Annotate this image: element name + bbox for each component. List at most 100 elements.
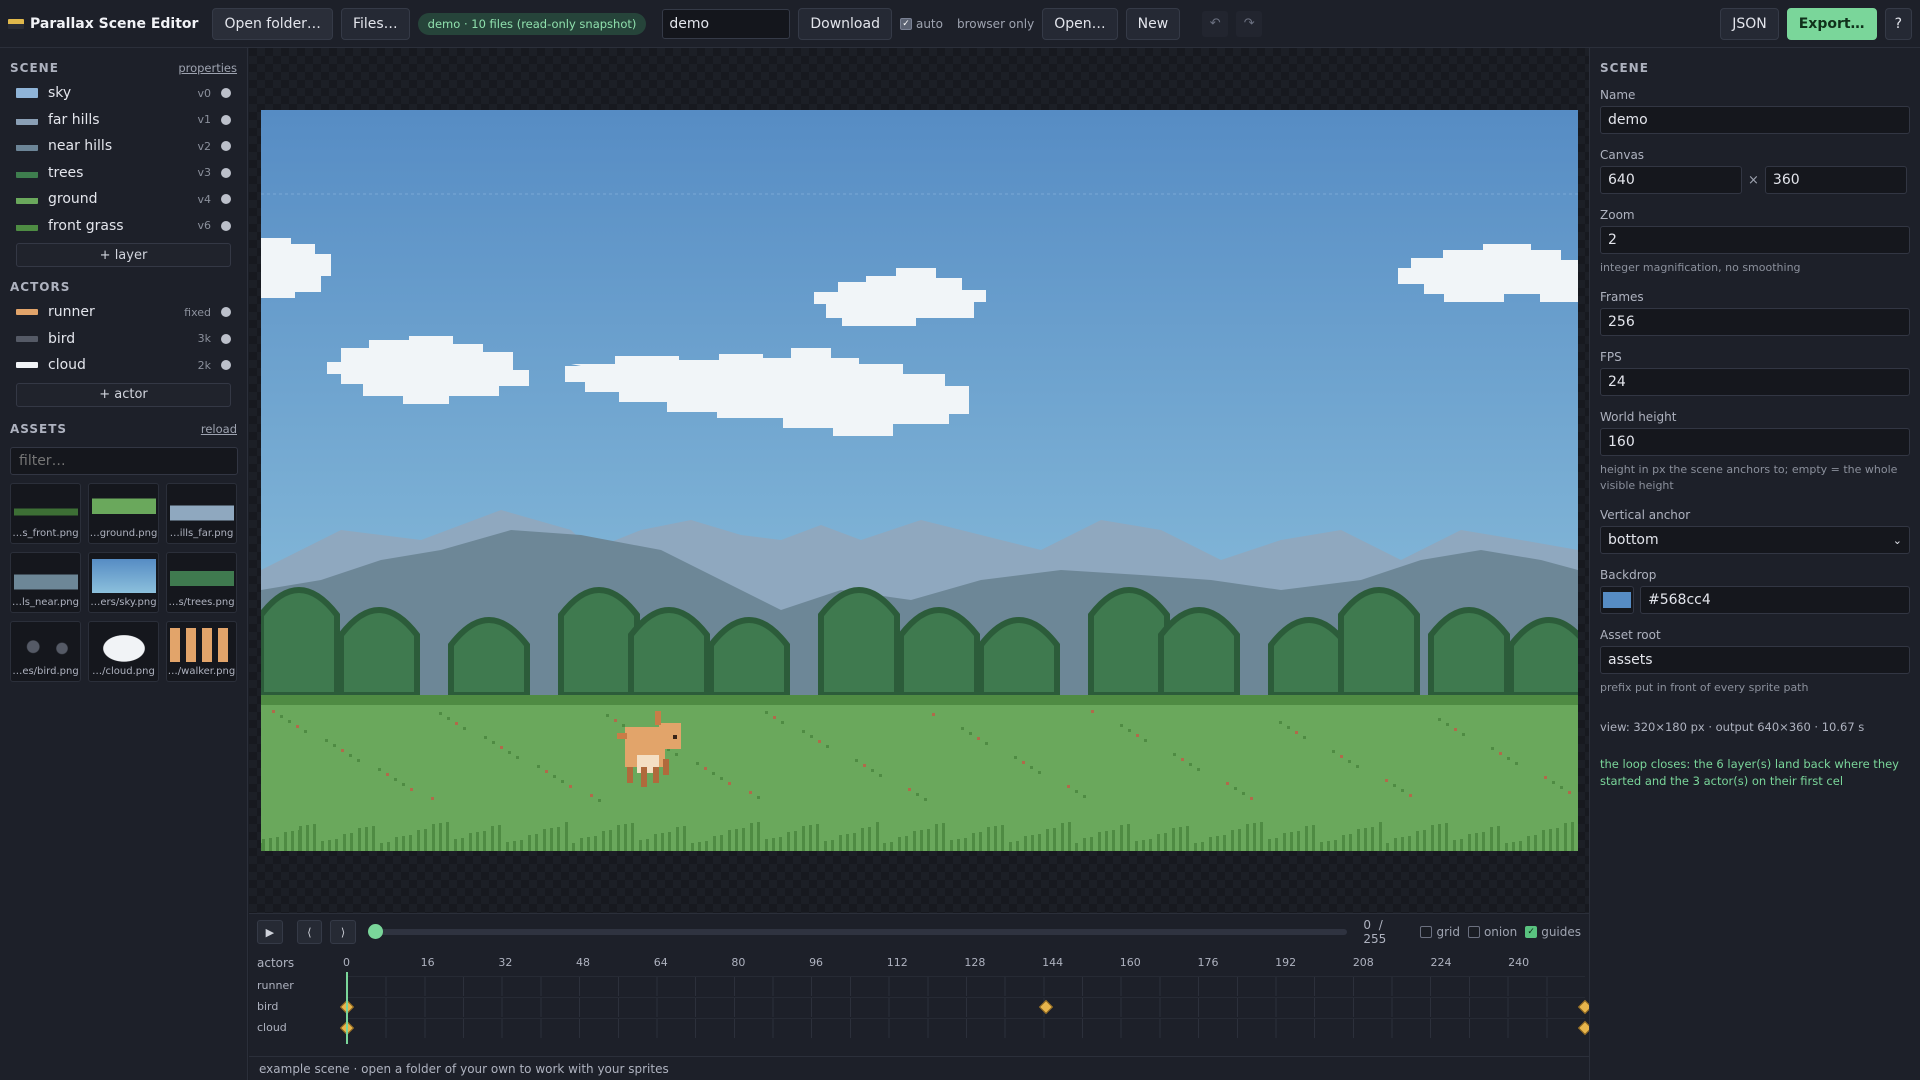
add-layer-button[interactable]: + layer bbox=[16, 243, 231, 267]
timeline-grid[interactable]: actors 0 16 32 48 64 80 96 112 128 144 160 176 192 20… bbox=[249, 950, 1593, 1057]
asset-root-label: Asset root bbox=[1600, 628, 1661, 642]
auto-checkbox[interactable]: ✓ bbox=[899, 17, 912, 30]
world-height-field[interactable]: 160 bbox=[1600, 428, 1910, 456]
frames-field[interactable]: 256 bbox=[1600, 308, 1910, 336]
name-field[interactable]: demo bbox=[1600, 106, 1910, 134]
layer-item[interactable]: sky v0 bbox=[10, 80, 237, 107]
reload-link[interactable]: reload bbox=[201, 422, 237, 436]
visibility-dot-icon[interactable] bbox=[221, 360, 231, 371]
layer-item[interactable]: front grass v6 bbox=[10, 213, 237, 240]
grass-speck bbox=[590, 794, 593, 797]
asset-card[interactable]: …ground.png bbox=[88, 482, 159, 544]
play-icon[interactable]: ▶ bbox=[257, 920, 283, 944]
grass-speck bbox=[304, 730, 307, 733]
visibility-dot-icon[interactable] bbox=[221, 141, 231, 152]
chevron-down-icon: ⌄ bbox=[1892, 533, 1902, 547]
asset-card[interactable]: …s_front.png bbox=[10, 482, 81, 544]
next-frame-icon[interactable]: ⟩ bbox=[330, 920, 356, 944]
zoom-field[interactable]: 2 bbox=[1600, 226, 1910, 254]
files-button[interactable]: Files… bbox=[340, 7, 410, 40]
add-actor-button[interactable]: + actor bbox=[16, 382, 231, 407]
grass-speck bbox=[916, 793, 919, 796]
auto-toggle[interactable]: ✓ auto bbox=[899, 17, 943, 31]
viewport[interactable] bbox=[249, 48, 1589, 913]
timeline-tick-label: 176 bbox=[1197, 956, 1219, 969]
redo-icon[interactable]: ↷ bbox=[1236, 10, 1263, 37]
playhead[interactable] bbox=[346, 972, 348, 1044]
visibility-dot-icon[interactable] bbox=[221, 333, 231, 344]
grid-toggle[interactable]: grid bbox=[1420, 925, 1460, 939]
grass-speck bbox=[1075, 790, 1078, 793]
actor-item[interactable]: cloud 2k bbox=[10, 352, 237, 379]
onion-checkbox[interactable] bbox=[1467, 926, 1480, 938]
asset-card[interactable]: …/cloud.png bbox=[88, 620, 159, 682]
asset-card[interactable]: …ers/sky.png bbox=[88, 551, 159, 613]
backdrop-swatch[interactable] bbox=[1600, 586, 1634, 614]
grass-blade bbox=[335, 839, 338, 851]
track-lane[interactable] bbox=[347, 976, 1585, 996]
undo-icon[interactable]: ↶ bbox=[1202, 10, 1229, 37]
canvas-label: Canvas bbox=[1600, 148, 1645, 162]
backdrop-field[interactable]: #568cc4 bbox=[1640, 586, 1910, 614]
export-button[interactable]: Export… bbox=[1786, 7, 1877, 40]
asset-preview bbox=[91, 558, 156, 593]
actor-item[interactable]: bird 3k bbox=[10, 326, 237, 353]
grass-blade bbox=[476, 832, 479, 851]
grass-blade bbox=[853, 833, 856, 851]
vertical-anchor-label: Vertical anchor bbox=[1600, 508, 1691, 522]
open-button[interactable]: Open… bbox=[1042, 7, 1118, 40]
asset-card[interactable]: …ls_near.png bbox=[10, 551, 81, 613]
scene-name-input[interactable] bbox=[662, 8, 791, 39]
visibility-dot-icon[interactable] bbox=[221, 88, 231, 99]
vertical-anchor-select[interactable]: bottom ⌄ bbox=[1600, 526, 1910, 554]
asset-preview bbox=[13, 558, 78, 593]
new-button[interactable]: New bbox=[1125, 7, 1181, 40]
grass-speck bbox=[855, 759, 858, 762]
asset-card[interactable]: …es/bird.png bbox=[10, 620, 81, 682]
properties-link[interactable]: properties bbox=[178, 61, 237, 75]
asset-root-field[interactable]: assets bbox=[1600, 646, 1910, 674]
download-button[interactable]: Download bbox=[798, 7, 892, 40]
asset-card[interactable]: …ills_far.png bbox=[166, 482, 237, 544]
layer-item[interactable]: ground v4 bbox=[10, 186, 237, 213]
help-button[interactable]: ? bbox=[1884, 7, 1912, 40]
scrubber-handle[interactable] bbox=[367, 924, 383, 939]
tree bbox=[818, 587, 900, 698]
canvas-height-field[interactable]: 360 bbox=[1764, 166, 1907, 194]
actor-item[interactable]: runner fixed bbox=[10, 299, 237, 326]
grass-blade bbox=[927, 829, 930, 851]
layer-name: ground bbox=[48, 191, 98, 208]
grass-speck bbox=[757, 796, 760, 799]
grass-blade bbox=[1519, 841, 1522, 851]
tree bbox=[628, 607, 710, 698]
prev-frame-icon[interactable]: ⟨ bbox=[296, 920, 323, 944]
layer-item[interactable]: near hills v2 bbox=[10, 133, 237, 160]
guides-toggle[interactable]: ✓ guides bbox=[1525, 925, 1581, 939]
fps-field[interactable]: 24 bbox=[1600, 368, 1910, 396]
grass-speck bbox=[675, 753, 678, 756]
visibility-dot-icon[interactable] bbox=[221, 194, 231, 205]
visibility-dot-icon[interactable] bbox=[221, 307, 231, 318]
scene-canvas[interactable] bbox=[261, 110, 1578, 851]
actor-thumb-icon bbox=[16, 362, 38, 369]
canvas-width-field[interactable]: 640 bbox=[1600, 166, 1742, 194]
asset-card[interactable]: …s/trees.png bbox=[166, 551, 237, 613]
open-folder-button[interactable]: Open folder… bbox=[212, 7, 333, 40]
track-lane[interactable] bbox=[347, 997, 1585, 1017]
visibility-dot-icon[interactable] bbox=[221, 114, 231, 125]
asset-card[interactable]: …/walker.png bbox=[166, 620, 237, 682]
timeline-tick-label: 208 bbox=[1352, 956, 1374, 969]
grid-checkbox[interactable] bbox=[1420, 926, 1433, 938]
frame-scrubber[interactable] bbox=[367, 924, 1348, 939]
visibility-dot-icon[interactable] bbox=[221, 167, 231, 178]
guides-checkbox[interactable]: ✓ bbox=[1525, 926, 1538, 938]
onion-toggle[interactable]: onion bbox=[1467, 925, 1517, 939]
layer-item[interactable]: trees v3 bbox=[10, 160, 237, 187]
grass-speck bbox=[439, 712, 442, 715]
visibility-dot-icon[interactable] bbox=[221, 220, 231, 231]
asset-filter-input[interactable] bbox=[10, 446, 238, 475]
ground-strip bbox=[261, 695, 1578, 705]
layer-item[interactable]: far hills v1 bbox=[10, 107, 237, 134]
json-button[interactable]: JSON bbox=[1720, 7, 1779, 40]
track-lane[interactable] bbox=[347, 1018, 1585, 1038]
